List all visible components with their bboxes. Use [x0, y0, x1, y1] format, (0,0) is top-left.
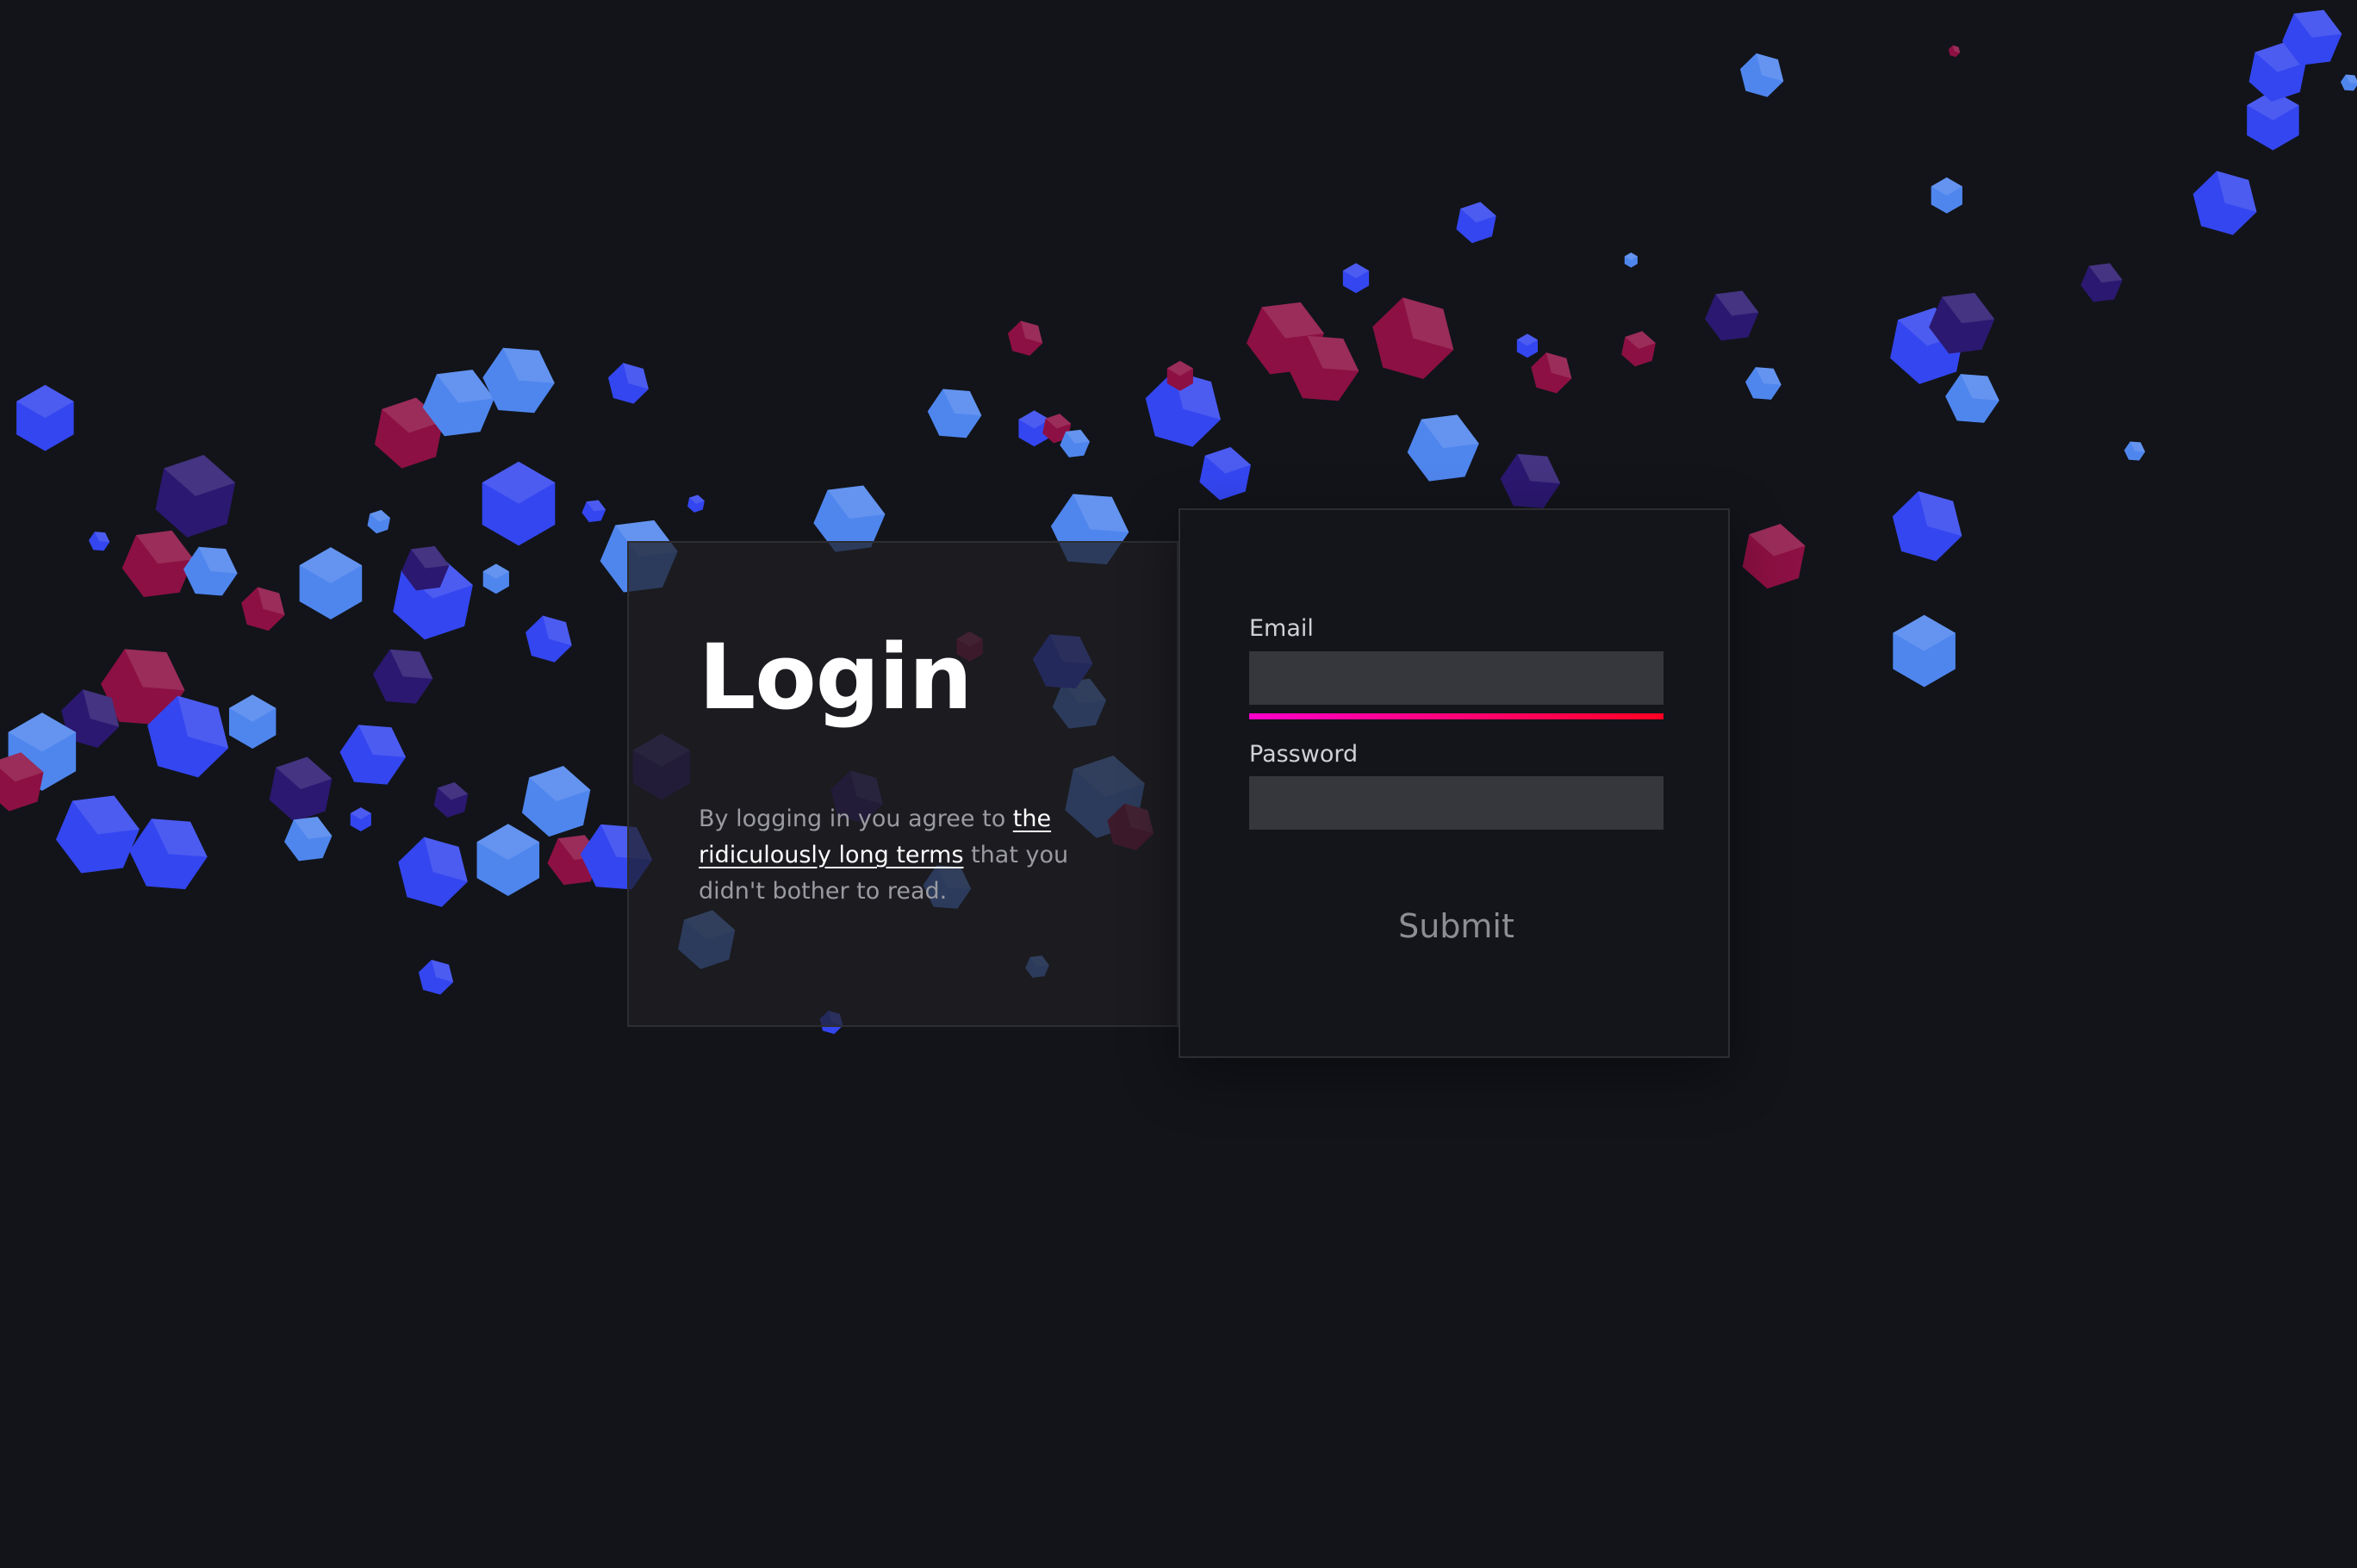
- email-label: Email: [1249, 615, 1314, 642]
- email-focus-indicator: [1249, 713, 1664, 719]
- polyhedron-shape: [183, 546, 238, 596]
- polyhedron-shape: [1516, 333, 1539, 358]
- login-form: Email Password Submit: [1178, 508, 1730, 1058]
- polyhedron-shape: [521, 766, 591, 837]
- polyhedron-shape: [16, 384, 74, 451]
- polyhedron-shape: [2124, 441, 2146, 461]
- polyhedron-shape: [241, 587, 285, 632]
- polyhedron-shape: [1742, 524, 1806, 589]
- polyhedron-shape: [299, 547, 363, 619]
- polyhedron-shape: [339, 725, 407, 785]
- polyhedron-shape: [607, 363, 649, 404]
- polyhedron-shape: [927, 389, 982, 439]
- polyhedron-shape: [284, 816, 333, 862]
- polyhedron-shape: [228, 694, 277, 750]
- polyhedron-shape: [1892, 491, 1962, 562]
- polyhedron-shape: [398, 837, 468, 907]
- polyhedron-shape: [1931, 177, 1962, 214]
- polyhedron-shape: [1739, 53, 1784, 97]
- email-input[interactable]: [1249, 651, 1664, 705]
- polyhedron-shape: [581, 500, 606, 523]
- polyhedron-shape: [482, 461, 556, 546]
- password-input[interactable]: [1249, 776, 1664, 830]
- polyhedron-shape: [367, 509, 390, 534]
- terms-prefix: By logging in you agree to: [699, 806, 1013, 832]
- polyhedron-shape: [1621, 331, 1656, 367]
- password-label: Password: [1249, 741, 1359, 768]
- polyhedron-shape: [1948, 45, 1961, 58]
- polyhedron-shape: [526, 615, 572, 663]
- polyhedron-shape: [1199, 446, 1251, 501]
- polyhedron-shape: [55, 795, 140, 874]
- submit-button[interactable]: Submit: [1249, 896, 1664, 956]
- polyhedron-shape: [1456, 202, 1496, 244]
- polyhedron-shape: [1342, 263, 1370, 294]
- polyhedron-shape: [350, 807, 371, 831]
- polyhedron-shape: [88, 532, 110, 551]
- polyhedron-shape: [2080, 263, 2123, 302]
- polyhedron-shape: [1893, 614, 1956, 688]
- polyhedron-shape: [1500, 453, 1561, 508]
- polyhedron-shape: [1531, 352, 1572, 394]
- polyhedron-shape: [129, 818, 208, 890]
- polyhedron-shape: [1407, 414, 1479, 482]
- polyhedron-shape: [121, 530, 194, 597]
- polyhedron-shape: [269, 756, 333, 822]
- polyhedron-shape: [2340, 74, 2357, 91]
- terms-text: By logging in you agree to the ridiculou…: [699, 801, 1104, 910]
- polyhedron-shape: [1945, 374, 1999, 423]
- polyhedron-shape: [155, 454, 236, 538]
- polyhedron-shape: [372, 649, 433, 704]
- polyhedron-shape: [433, 781, 469, 818]
- polyhedron-shape: [687, 495, 705, 513]
- polyhedron-shape: [482, 347, 555, 414]
- polyhedron-shape: [1745, 367, 1782, 400]
- polyhedron-shape: [1705, 290, 1759, 341]
- polyhedron-shape: [476, 824, 540, 897]
- polyhedron-shape: [1007, 320, 1043, 356]
- login-info-panel: Login By logging in you agree to the rid…: [627, 541, 1178, 1027]
- polyhedron-shape: [418, 959, 454, 995]
- polyhedron-shape: [1372, 297, 1454, 379]
- page-title: Login: [699, 625, 973, 730]
- polyhedron-shape: [482, 563, 509, 594]
- polyhedron-shape: [2192, 171, 2257, 235]
- polyhedron-shape: [1624, 252, 1638, 268]
